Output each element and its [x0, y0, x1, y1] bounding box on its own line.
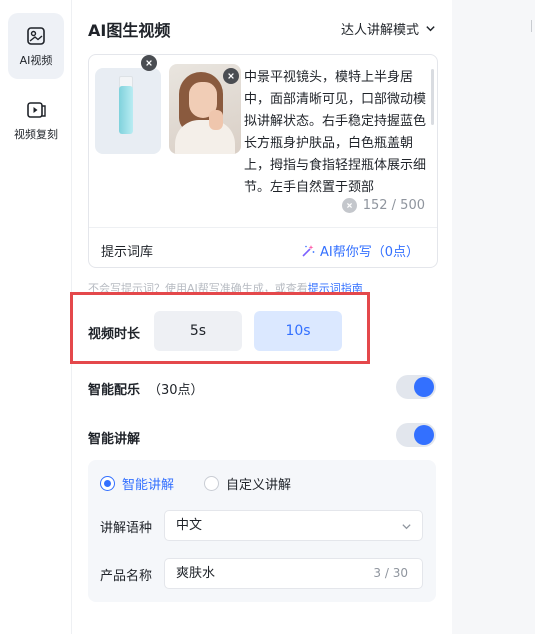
video-copy-icon: [27, 101, 46, 118]
smart-music-label: 智能配乐: [88, 383, 141, 398]
nav-item-video-copy[interactable]: 视频复刻: [8, 87, 64, 153]
chevron-down-icon: [426, 26, 435, 32]
image-video-icon: [27, 26, 45, 45]
prompt-textarea[interactable]: 中景平视镜头，模特上半身居中，面部清晰可见，口部微动模拟讲解状态。右手稳定持握蓝…: [244, 67, 428, 197]
model-hand: [209, 110, 223, 130]
product-name-value: 爽肤水: [176, 566, 216, 581]
nav-item-ai-video[interactable]: AI视频: [8, 13, 64, 79]
duration-option-10s[interactable]: 10s: [254, 311, 342, 351]
chevron-down-icon: [402, 524, 411, 530]
smart-music-row: 智能配乐 （30点）: [88, 379, 204, 398]
model-body: [175, 120, 235, 154]
radio-label: 自定义讲解: [226, 478, 292, 493]
radio-smart-narration[interactable]: 智能讲解: [100, 474, 174, 493]
char-count: 152 / 500: [362, 198, 425, 213]
clear-prompt-button[interactable]: [341, 198, 357, 213]
divider: [89, 227, 437, 228]
radio-custom-narration[interactable]: 自定义讲解: [204, 474, 291, 493]
smart-music-toggle[interactable]: [396, 375, 436, 399]
prompt-box: 中景平视镜头，模特上半身居中，面部清晰可见，口部微动模拟讲解状态。右手稳定持握蓝…: [88, 54, 438, 268]
close-icon: [346, 202, 352, 209]
nav-item-label: 视频复刻: [14, 127, 58, 141]
ai-write-label: AI帮你写（0点）: [320, 245, 419, 260]
ai-write-button[interactable]: AI帮你写（0点）: [301, 241, 419, 260]
magic-wand-icon: [302, 244, 315, 257]
nav-item-label: AI视频: [19, 53, 53, 67]
product-name-count: 3 / 30: [373, 566, 408, 580]
mode-dropdown[interactable]: 达人讲解模式: [341, 19, 436, 38]
divider-mark: [531, 20, 535, 32]
left-nav: AI视频 视频复刻: [0, 0, 72, 634]
smart-narration-label: 智能讲解: [88, 432, 141, 447]
close-icon: [146, 60, 152, 66]
product-name-input[interactable]: 爽肤水 3 / 30: [164, 558, 423, 589]
product-image-thumbnail[interactable]: [95, 68, 161, 154]
radio-label: 智能讲解: [122, 478, 175, 493]
duration-label: 视频时长: [88, 327, 141, 342]
remove-product-image-button[interactable]: [141, 55, 157, 71]
mode-label: 达人讲解模式: [340, 23, 419, 38]
right-panel-edge: [452, 0, 535, 634]
prompt-library-button[interactable]: 提示词库: [101, 241, 153, 260]
toggle-knob: [414, 425, 434, 445]
page-title: AI图生视频: [88, 21, 171, 40]
toggle-knob: [414, 377, 434, 397]
language-select[interactable]: 中文: [164, 510, 423, 541]
smart-narration-toggle[interactable]: [396, 423, 436, 447]
product-name-label: 产品名称: [100, 569, 153, 584]
scrollbar[interactable]: [431, 69, 434, 125]
radio-dot: [100, 476, 115, 491]
smart-music-points: （30点）: [148, 383, 204, 398]
bottle-shape: [119, 86, 133, 134]
duration-option-5s[interactable]: 5s: [154, 311, 242, 351]
language-value: 中文: [176, 518, 203, 533]
char-counter: 152 / 500: [341, 198, 425, 213]
remove-model-image-button[interactable]: [223, 68, 239, 84]
close-icon: [228, 73, 234, 79]
language-label: 讲解语种: [100, 521, 153, 536]
radio-dot: [204, 476, 219, 491]
narration-settings: 智能讲解 自定义讲解 讲解语种 中文 产品名称 爽肤水 3 / 30: [88, 460, 436, 602]
